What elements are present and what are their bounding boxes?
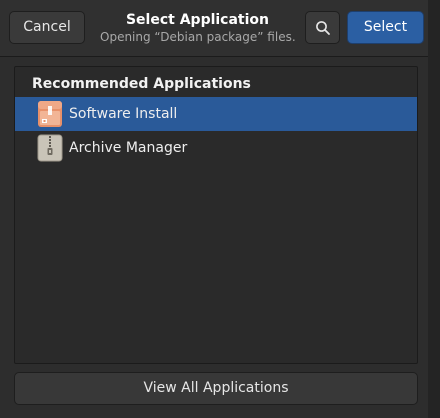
dialog-subtitle: Opening “Debian package” files. bbox=[100, 30, 296, 44]
list-item-archive-manager[interactable]: Archive Manager bbox=[15, 131, 417, 165]
search-icon bbox=[316, 21, 330, 35]
select-application-dialog: Cancel Select Application Opening “Debia… bbox=[0, 0, 428, 418]
cancel-button[interactable]: Cancel bbox=[9, 11, 85, 44]
dialog-header: Cancel Select Application Opening “Debia… bbox=[0, 0, 428, 57]
select-button[interactable]: Select bbox=[347, 11, 424, 44]
software-install-icon bbox=[38, 101, 62, 127]
list-item-label: Software Install bbox=[69, 106, 178, 122]
list-item-software-install[interactable]: Software Install bbox=[15, 97, 417, 131]
recommended-applications-list: Recommended Applications Software Instal… bbox=[14, 66, 418, 364]
archive-manager-icon bbox=[37, 134, 63, 162]
search-button[interactable] bbox=[305, 11, 340, 44]
section-heading: Recommended Applications bbox=[32, 76, 251, 92]
list-item-label: Archive Manager bbox=[69, 140, 188, 156]
background-window-edge bbox=[428, 0, 440, 418]
dialog-title: Select Application bbox=[125, 12, 270, 28]
view-all-applications-button[interactable]: View All Applications bbox=[14, 372, 418, 405]
